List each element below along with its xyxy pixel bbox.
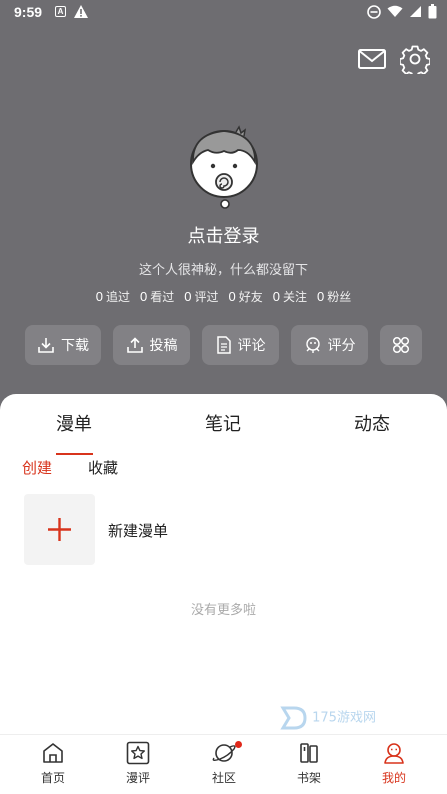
planet-icon [212,744,236,762]
nav-reviews-label: 漫评 [125,771,150,785]
submit-label: 投稿 [149,338,178,354]
stat-watched[interactable]: 0 看过 [140,288,174,305]
nav-reviews[interactable]: 漫评 [95,735,181,794]
download-button[interactable]: 下载 [25,325,101,365]
star-review-icon [126,741,150,765]
document-icon [216,336,231,354]
bottom-nav: 首页 漫评 社区 书架 我的 [0,734,447,794]
warning-icon [74,5,88,18]
comments-label: 评论 [237,338,266,354]
stat-following[interactable]: 0 追过 [96,288,130,305]
stat-follows[interactable]: 0 关注 [273,288,307,305]
content-tabs: 漫单 笔记 动态 [0,410,447,455]
nav-community[interactable]: 社区 [181,735,267,794]
watermark-logo-icon [280,706,307,730]
dnd-icon [367,4,381,19]
tab-activity[interactable]: 动态 [354,410,390,436]
status-bar: 9:59 A [0,0,447,26]
upload-icon [126,337,143,353]
notification-a-icon: A [55,6,66,17]
grid-icon [392,336,410,354]
new-list-label[interactable]: 新建漫单 [108,520,168,541]
rating-icon [305,337,320,353]
status-time: 9:59 [14,4,43,20]
more-button[interactable] [380,325,422,365]
nav-profile-label: 我的 [381,771,406,785]
stat-reviewed[interactable]: 0 评过 [184,288,218,305]
rating-label: 评分 [327,338,356,354]
wifi-icon [387,5,403,17]
new-list-button[interactable] [24,494,95,565]
profile-icon [384,743,404,764]
bookshelf-icon [300,743,318,763]
user-stats: 0 追过 0 看过 0 评过 0 好友 0 关注 0 粉丝 [0,288,447,305]
rating-button[interactable]: 评分 [291,325,368,365]
nav-bookshelf-label: 书架 [296,771,321,785]
nav-community-label: 社区 [211,771,236,785]
signal-icon [410,6,421,17]
user-bio: 这个人很神秘，什么都没留下 [138,263,308,278]
download-icon [38,338,54,353]
watermark-text: 175游戏网 [312,710,376,726]
subtab-created[interactable]: 创建 [22,457,52,478]
login-link[interactable]: 点击登录 [0,222,447,248]
watermark: 175游戏网 [280,705,376,731]
subtab-collected[interactable]: 收藏 [88,457,118,478]
nav-home[interactable]: 首页 [10,735,96,794]
active-tab-indicator [56,453,93,455]
status-right-icons [367,4,437,19]
submit-button[interactable]: 投稿 [113,325,190,365]
tab-lists[interactable]: 漫单 [56,410,92,436]
nav-profile[interactable]: 我的 [351,735,437,794]
notification-dot [235,741,242,748]
nav-home-label: 首页 [40,771,65,785]
tab-notes[interactable]: 笔记 [205,410,241,436]
nav-bookshelf[interactable]: 书架 [266,735,352,794]
mail-icon[interactable] [357,44,387,74]
avatar[interactable] [184,124,264,214]
download-label: 下载 [61,338,89,354]
plus-icon [48,518,71,541]
home-icon [43,743,63,763]
battery-icon [428,4,437,19]
stat-friends[interactable]: 0 好友 [229,288,263,305]
settings-gear-icon[interactable] [400,44,430,74]
no-more-text: 没有更多啦 [190,603,256,618]
stat-fans[interactable]: 0 粉丝 [317,288,351,305]
comments-button[interactable]: 评论 [202,325,279,365]
